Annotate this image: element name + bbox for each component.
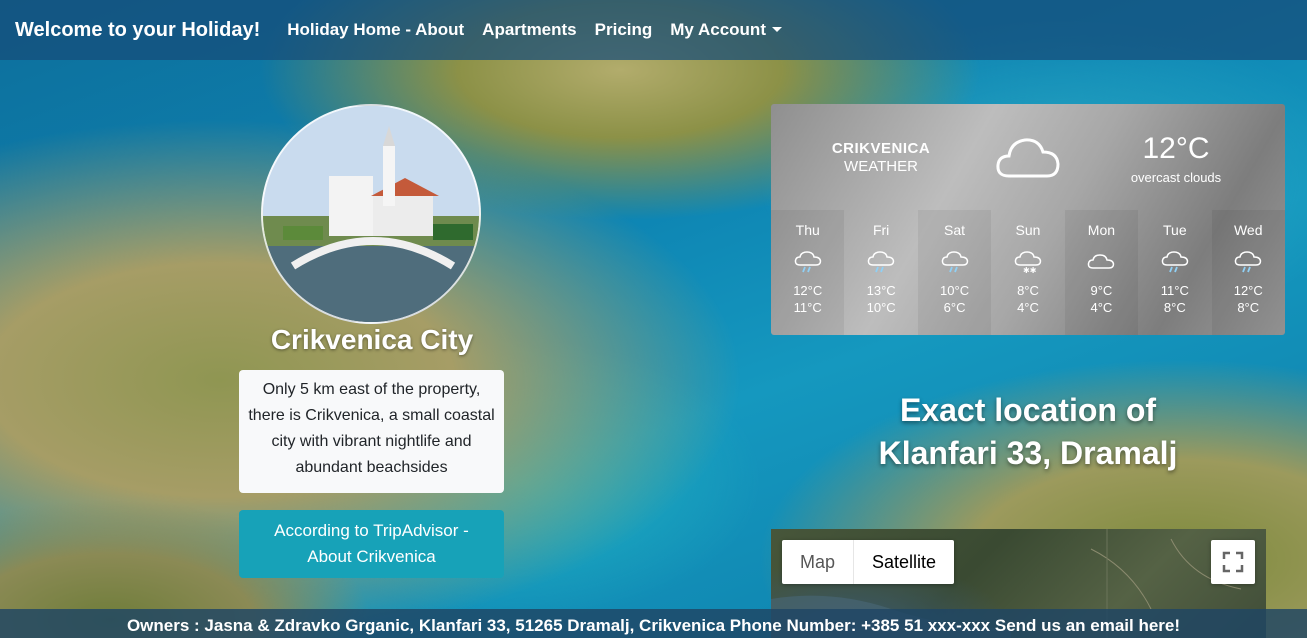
weather-widget: CRIKVENICA WEATHER 12°C overcast clouds … bbox=[771, 104, 1285, 335]
forecast-day-name: Sat bbox=[944, 222, 966, 238]
forecast-high: 12°C bbox=[1233, 283, 1263, 298]
forecast-low: 10°C bbox=[866, 300, 896, 315]
map-type-satellite-button[interactable]: Satellite bbox=[853, 540, 954, 584]
location-heading-line1: Exact location of bbox=[899, 392, 1157, 428]
forecast-row: Thu 12°C 11°C Fri 13°C 10°C Sat 10°C 6°C… bbox=[771, 210, 1285, 335]
forecast-high: 8°C bbox=[1017, 283, 1039, 298]
rain-cloud-icon bbox=[1161, 251, 1189, 273]
forecast-day: Sat 10°C 6°C bbox=[917, 210, 992, 335]
forecast-day: Thu 12°C 11°C bbox=[771, 210, 845, 335]
forecast-low: 11°C bbox=[793, 300, 822, 315]
fullscreen-button[interactable] bbox=[1211, 540, 1255, 584]
cloud-icon bbox=[996, 138, 1060, 178]
forecast-day: Tue 11°C 8°C bbox=[1138, 210, 1211, 335]
current-condition: overcast clouds bbox=[1130, 170, 1222, 185]
forecast-low: 4°C bbox=[1090, 300, 1113, 315]
forecast-high: 13°C bbox=[866, 283, 896, 298]
nav-dropdown-my-account[interactable]: My Account bbox=[670, 20, 782, 40]
forecast-day-name: Wed bbox=[1233, 222, 1263, 238]
forecast-day-name: Sun bbox=[1015, 222, 1041, 238]
brand-title[interactable]: Welcome to your Holiday! bbox=[15, 19, 260, 42]
forecast-day: Wed 12°C 8°C bbox=[1211, 210, 1285, 335]
cloud-icon bbox=[1088, 254, 1115, 269]
forecast-high: 9°C bbox=[1090, 283, 1113, 298]
forecast-day-name: Mon bbox=[1087, 222, 1116, 238]
forecast-low: 6°C bbox=[943, 300, 966, 315]
navbar: Welcome to your Holiday! Holiday Home - … bbox=[0, 0, 1307, 60]
tripadvisor-button[interactable]: According to TripAdvisor - About Crikven… bbox=[239, 510, 504, 578]
footer-owners: Owners : Jasna & Zdravko Grganic, Klanfa… bbox=[126, 616, 726, 635]
city-title: Crikvenica City bbox=[270, 324, 474, 355]
forecast-low: 4°C bbox=[1017, 300, 1039, 315]
snow-cloud-icon: ✱✱ bbox=[1014, 251, 1042, 274]
rain-cloud-icon bbox=[1234, 251, 1262, 273]
forecast-low: 8°C bbox=[1163, 300, 1186, 315]
location-heading: Exact location of Klanfari 33, Dramalj bbox=[850, 389, 1206, 475]
footer: Owners : Jasna & Zdravko Grganic, Klanfa… bbox=[0, 609, 1307, 638]
weather-label: WEATHER bbox=[844, 158, 918, 175]
nav-link-pricing[interactable]: Pricing bbox=[595, 20, 653, 40]
rain-cloud-icon bbox=[941, 251, 968, 273]
weather-city-name: CRIKVENICA bbox=[831, 140, 931, 157]
nav-link-apartments[interactable]: Apartments bbox=[482, 20, 576, 40]
svg-text:✱✱: ✱✱ bbox=[1023, 266, 1037, 274]
fullscreen-icon bbox=[1222, 551, 1244, 573]
city-description: Only 5 km east of the property, there is… bbox=[239, 370, 504, 493]
my-account-label: My Account bbox=[670, 20, 766, 39]
forecast-day-name: Tue bbox=[1163, 222, 1187, 238]
caret-down-icon bbox=[771, 27, 782, 32]
forecast-low: 8°C bbox=[1237, 300, 1260, 315]
forecast-day: Fri 13°C 10°C bbox=[844, 210, 917, 335]
weather-location: CRIKVENICA WEATHER bbox=[811, 140, 951, 176]
forecast-high: 12°C bbox=[793, 283, 823, 298]
forecast-high: 11°C bbox=[1160, 283, 1189, 298]
crikvenica-photo bbox=[261, 104, 481, 324]
nav-link-holiday-home-about[interactable]: Holiday Home - About bbox=[287, 20, 464, 40]
forecast-high: 10°C bbox=[940, 283, 970, 298]
location-heading-line2: Klanfari 33, Dramalj bbox=[878, 435, 1178, 471]
footer-email-link[interactable]: Send us an email here! bbox=[995, 616, 1180, 635]
current-temperature: 12°C bbox=[1142, 132, 1210, 165]
forecast-day-name: Thu bbox=[795, 222, 820, 238]
forecast-day: Mon 9°C 4°C bbox=[1064, 210, 1139, 335]
map-type-map-button[interactable]: Map bbox=[782, 540, 853, 584]
rain-cloud-icon bbox=[794, 251, 821, 273]
rain-cloud-icon bbox=[867, 251, 895, 273]
map-type-control: Map Satellite bbox=[782, 540, 955, 584]
forecast-day: Sun ✱✱ 8°C 4°C bbox=[991, 210, 1064, 335]
city-photo-illustration bbox=[263, 106, 479, 322]
footer-phone: Phone Number: +385 51 xxx-xxx bbox=[729, 616, 991, 635]
forecast-day-name: Fri bbox=[872, 222, 890, 238]
